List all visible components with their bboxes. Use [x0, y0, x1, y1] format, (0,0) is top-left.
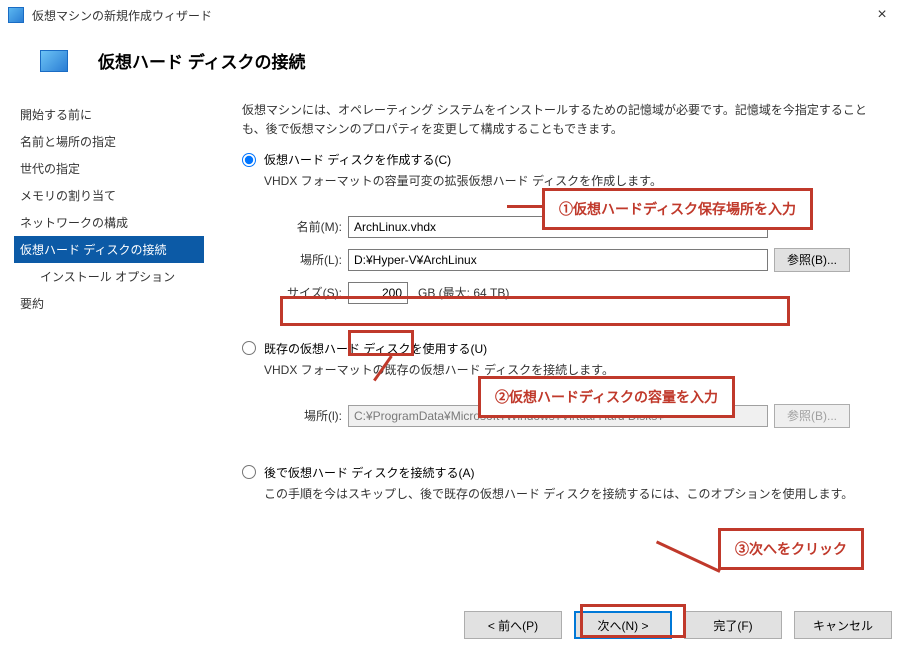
page-header: 仮想ハード ディスクの接続 [0, 30, 910, 95]
size-suffix: GB (最大: 64 TB) [418, 284, 509, 301]
wizard-footer: < 前へ(P) 次へ(N) > 完了(F) キャンセル [464, 611, 892, 639]
callout-3: ③次へをクリック [718, 528, 864, 570]
sidebar-step-4[interactable]: ネットワークの構成 [14, 209, 204, 236]
radio-attach-later[interactable] [242, 465, 256, 479]
content-pane: 仮想マシンには、オペレーティング システムをインストールするための記憶域が必要で… [204, 95, 896, 516]
name-label: 名前(M): [274, 218, 342, 235]
sidebar-step-0[interactable]: 開始する前に [14, 101, 204, 128]
wizard-steps-sidebar: 開始する前に名前と場所の指定世代の指定メモリの割り当てネットワークの構成仮想ハー… [14, 95, 204, 516]
close-icon[interactable]: × [862, 6, 902, 24]
vhd-size-input[interactable] [348, 282, 408, 304]
option-create-vhd: 仮想ハード ディスクを作成する(C) VHDX フォーマットの容量可変の拡張仮想… [242, 151, 890, 325]
option1-desc: VHDX フォーマットの容量可変の拡張仮想ハード ディスクを作成します。 [264, 172, 890, 191]
page-title: 仮想ハード ディスクの接続 [98, 48, 306, 73]
sidebar-step-1[interactable]: 名前と場所の指定 [14, 128, 204, 155]
cancel-button[interactable]: キャンセル [794, 611, 892, 639]
radio-create-vhd[interactable] [242, 153, 256, 167]
create-vhd-panel: 名前(M): 場所(L): 参照(B)... サイズ(S): GB (最大: 6… [264, 204, 890, 326]
sidebar-step-3[interactable]: メモリの割り当て [14, 182, 204, 209]
callout-3-line [656, 541, 721, 573]
option3-desc: この手順を今はスキップし、後で既存の仮想ハード ディスクを接続するには、このオプ… [264, 485, 890, 504]
sidebar-step-2[interactable]: 世代の指定 [14, 155, 204, 182]
existing-location-label: 場所(l): [274, 407, 342, 424]
sidebar-step-6[interactable]: インストール オプション [14, 263, 204, 290]
existing-location-input [348, 405, 768, 427]
sidebar-step-5[interactable]: 仮想ハード ディスクの接続 [14, 236, 204, 263]
radio-later-label[interactable]: 後で仮想ハード ディスクを接続する(A) [264, 464, 475, 481]
prev-button[interactable]: < 前へ(P) [464, 611, 562, 639]
vhd-name-input[interactable] [348, 216, 768, 238]
existing-browse-button: 参照(B)... [774, 404, 850, 428]
size-label: サイズ(S): [274, 284, 342, 301]
option-attach-later: 後で仮想ハード ディスクを接続する(A) この手順を今はスキップし、後で既存の仮… [242, 464, 890, 504]
next-button[interactable]: 次へ(N) > [574, 611, 672, 639]
radio-existing-label[interactable]: 既存の仮想ハード ディスクを使用する(U) [264, 340, 487, 357]
finish-button[interactable]: 完了(F) [684, 611, 782, 639]
titlebar: 仮想マシンの新規作成ウィザード × [0, 0, 910, 30]
existing-vhd-panel: 場所(l): 参照(B)... [264, 392, 890, 450]
vhd-location-input[interactable] [348, 249, 768, 271]
intro-text: 仮想マシンには、オペレーティング システムをインストールするための記憶域が必要で… [242, 101, 890, 139]
radio-create-label[interactable]: 仮想ハード ディスクを作成する(C) [264, 151, 451, 168]
sidebar-step-7[interactable]: 要約 [14, 290, 204, 317]
browse-button[interactable]: 参照(B)... [774, 248, 850, 272]
option-existing-vhd: 既存の仮想ハード ディスクを使用する(U) VHDX フォーマットの既存の仮想ハ… [242, 340, 890, 450]
location-label: 場所(L): [274, 251, 342, 268]
window-title: 仮想マシンの新規作成ウィザード [32, 7, 862, 24]
wizard-header-icon [40, 50, 68, 72]
wizard-window: 仮想マシンの新規作成ウィザード × 仮想ハード ディスクの接続 開始する前に名前… [0, 0, 910, 657]
radio-existing-vhd[interactable] [242, 341, 256, 355]
app-icon [8, 7, 24, 23]
option2-desc: VHDX フォーマットの既存の仮想ハード ディスクを接続します。 [264, 361, 890, 380]
